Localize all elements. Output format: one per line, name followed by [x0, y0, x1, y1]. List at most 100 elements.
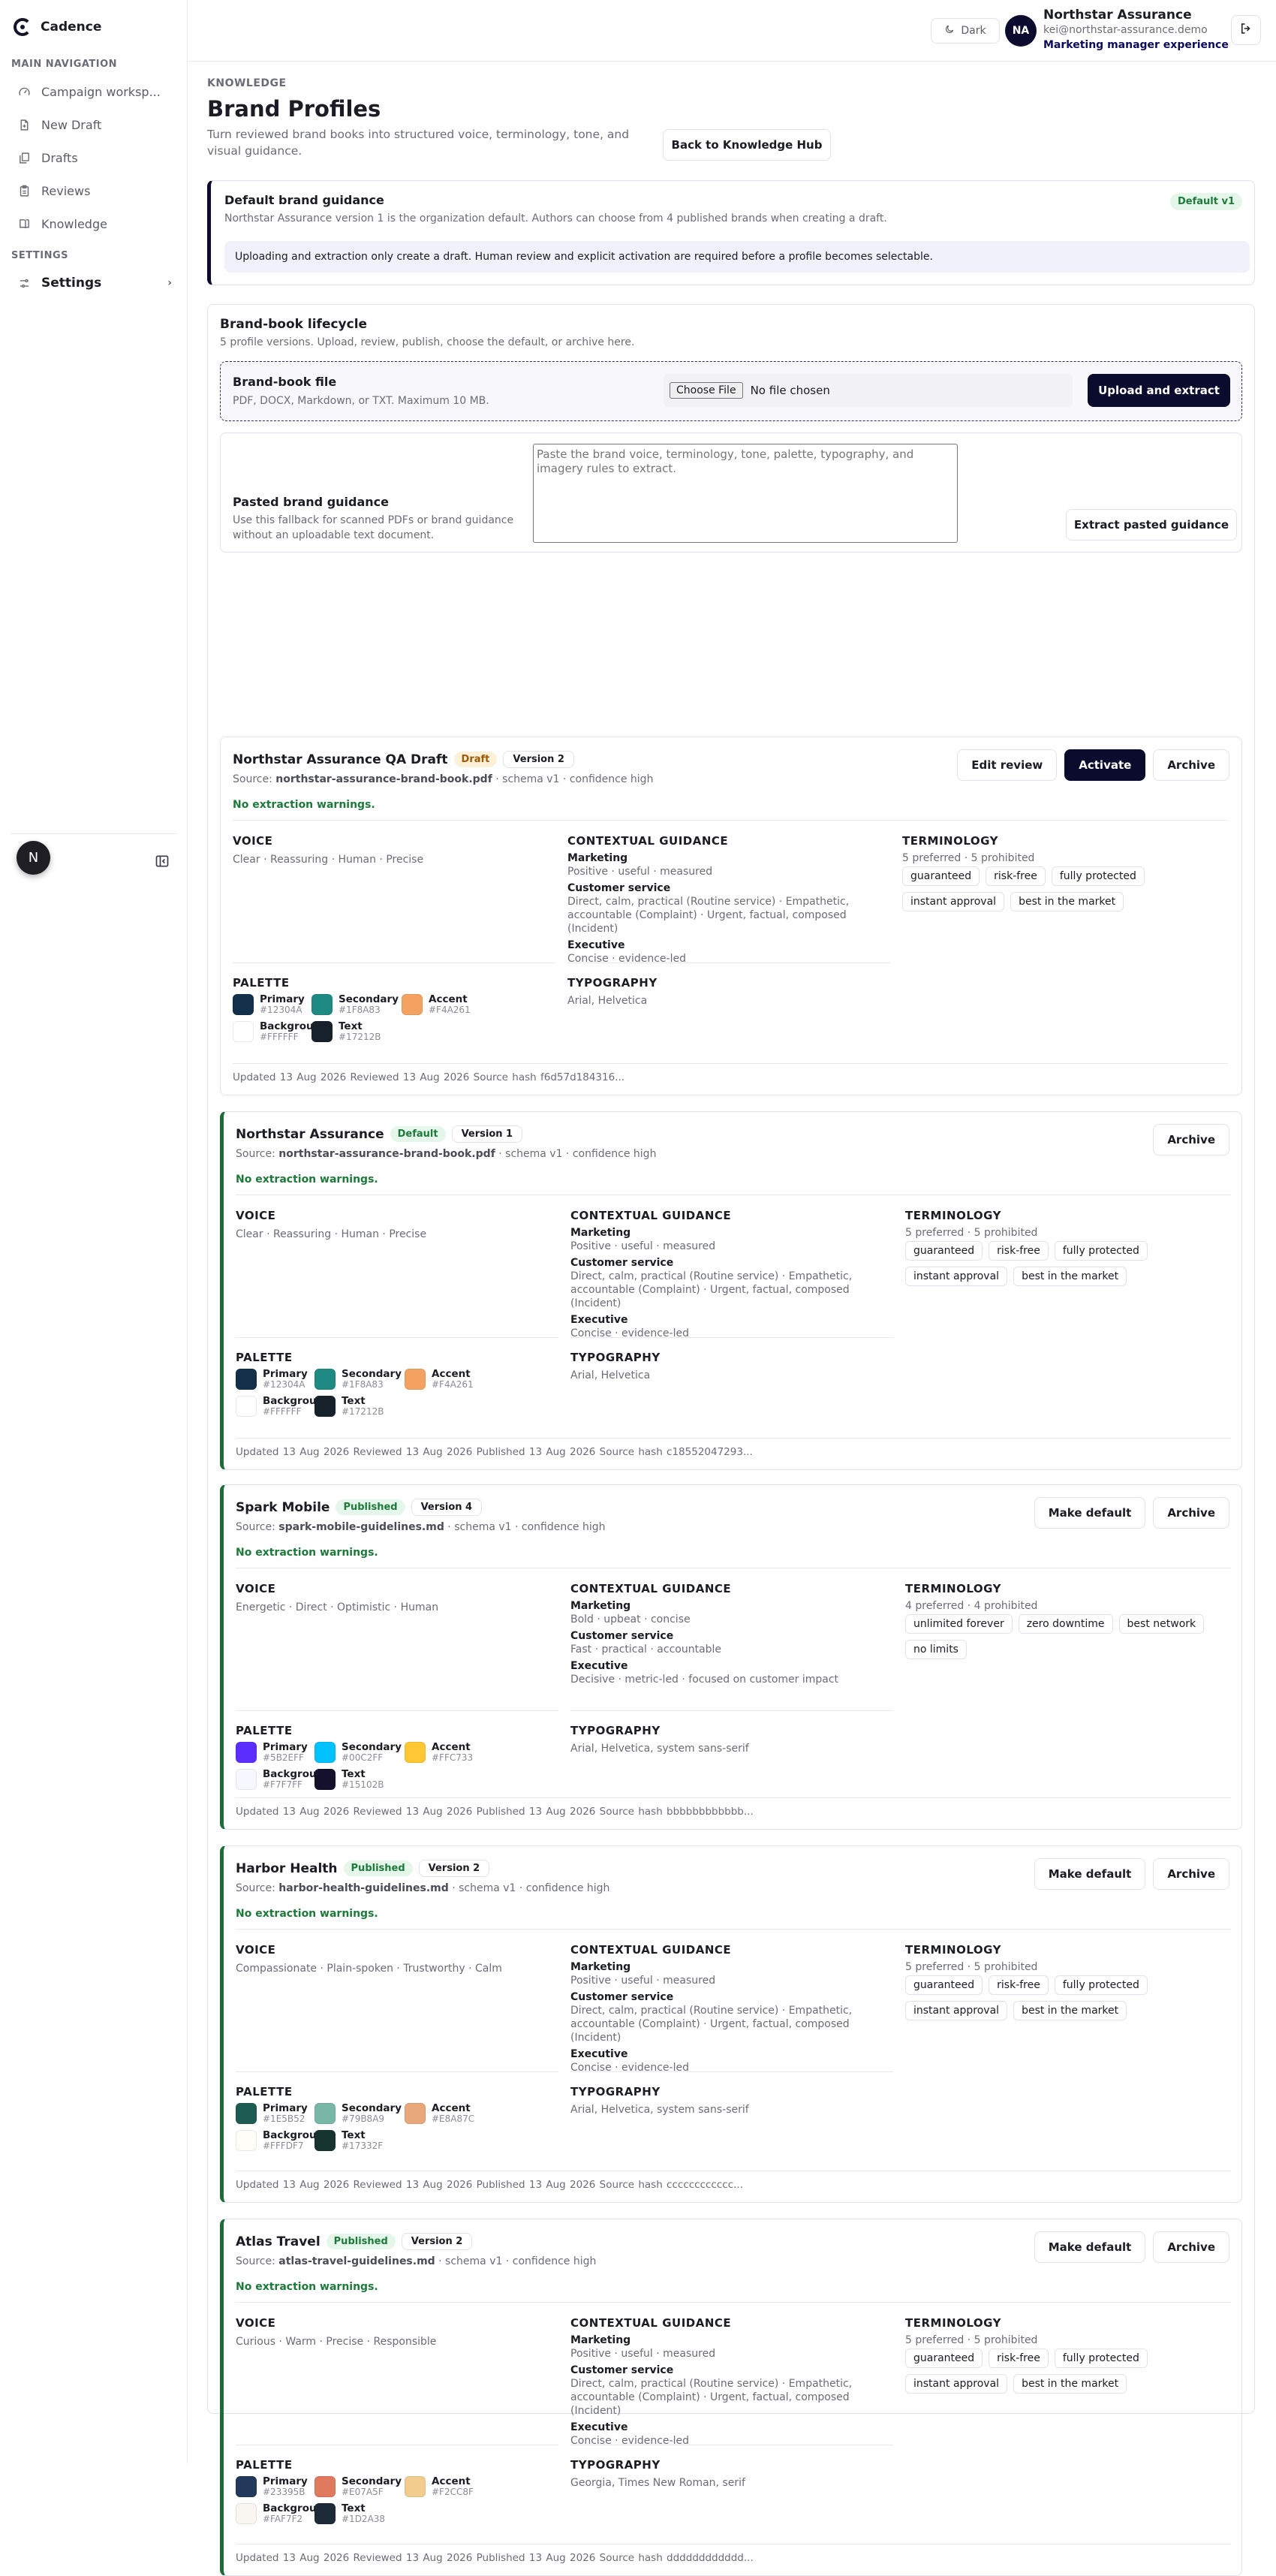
make-default-button[interactable]: Make default: [1034, 1858, 1146, 1890]
swatch-hex: #E07A5F: [342, 2487, 384, 2497]
palette-swatch: Text #15102B: [314, 1769, 405, 1790]
divider: [236, 1337, 558, 1338]
terminology-heading: TERMINOLOGY: [902, 834, 998, 848]
sidebar-item-reviews[interactable]: Reviews: [18, 178, 172, 203]
palette-swatch: Text #17332F: [314, 2130, 405, 2151]
sidebar-item-settings[interactable]: Settings ›: [18, 270, 172, 296]
color-chip: [236, 1396, 257, 1417]
user-avatar[interactable]: NA: [1005, 15, 1037, 47]
swatch-name: Secondary: [342, 1368, 402, 1380]
page-eyebrow: KNOWLEDGE: [207, 77, 287, 89]
swatch-hex: #5B2EFF: [263, 1752, 304, 1763]
terminology-heading: TERMINOLOGY: [905, 2316, 1001, 2330]
sidebar-item-knowledge[interactable]: Knowledge: [18, 211, 172, 237]
version-badge: Version 2: [418, 1860, 490, 1877]
footer-avatar[interactable]: N: [17, 841, 50, 875]
make-default-button[interactable]: Make default: [1034, 2231, 1146, 2263]
app-brand[interactable]: Cadence: [14, 18, 101, 36]
voice-text: Clear · Reassuring · Human · Precise: [233, 854, 424, 866]
logout-button[interactable]: [1231, 15, 1261, 45]
source-prefix: Source:: [233, 773, 272, 785]
swatch-hex: #F4A261: [432, 1379, 474, 1390]
ctx-marketing-label: Marketing: [570, 1227, 631, 1239]
archive-button[interactable]: Archive: [1153, 2231, 1229, 2263]
edit-review-button[interactable]: Edit review: [957, 749, 1058, 781]
schema-info: · schema v1 · confidence high: [492, 773, 654, 785]
color-chip: [314, 1396, 336, 1417]
ctx-marketing-value: Positive · useful · measured: [570, 2348, 716, 2360]
paste-guidance-textarea[interactable]: Paste the brand voice, terminology, tone…: [533, 444, 958, 543]
source-file: atlas-travel-guidelines.md: [278, 2255, 435, 2267]
extract-pasted-guidance-button[interactable]: Extract pasted guidance: [1066, 509, 1237, 541]
default-guidance-note: Uploading and extraction only create a d…: [224, 241, 1250, 273]
sidebar-footer: N: [11, 833, 177, 875]
swatch-name: Text: [342, 2502, 366, 2514]
palette-heading: PALETTE: [233, 976, 290, 990]
ctx-marketing-label: Marketing: [567, 852, 628, 864]
sidebar-item-new-draft[interactable]: New Draft: [18, 112, 172, 137]
swatch-hex: #1E5B52: [263, 2114, 305, 2124]
profile-meta: Updated 13 Aug 2026 Reviewed 13 Aug 2026…: [236, 1446, 753, 1458]
cadence-logo-icon: [14, 18, 32, 36]
back-to-knowledge-hub-button[interactable]: Back to Knowledge Hub: [663, 129, 831, 161]
archive-button[interactable]: Archive: [1153, 1124, 1229, 1155]
moon-icon: [944, 24, 955, 38]
swatch-name: Accent: [432, 2102, 471, 2114]
terminology-chip: guaranteed: [905, 2349, 983, 2368]
swatch-hex: #12304A: [263, 1379, 305, 1390]
contextual-heading: CONTEXTUAL GUIDANCE: [570, 1209, 732, 1222]
collapse-sidebar-icon[interactable]: [155, 854, 170, 869]
sidebar-item-label: Campaign worksp...: [41, 84, 161, 99]
palette-grid: Primary #12304A Secondary #1F8A83 Accent…: [236, 1369, 551, 1417]
palette-swatch: Accent #F4A261: [405, 1369, 487, 1390]
upload-and-extract-button[interactable]: Upload and extract: [1088, 374, 1230, 407]
contextual-guidance: Marketing Positive · useful · measured C…: [567, 851, 894, 970]
typography-heading: TYPOGRAPHY: [570, 2085, 661, 2098]
contextual-guidance: Marketing Positive · useful · measured C…: [570, 1226, 897, 1345]
profile-meta: Updated 13 Aug 2026 Reviewed 13 Aug 2026…: [236, 2179, 743, 2191]
voice-heading: VOICE: [236, 2316, 276, 2330]
archive-button[interactable]: Archive: [1153, 749, 1229, 781]
sidebar-item-drafts[interactable]: Drafts: [18, 145, 172, 170]
profile-actions: Make default Archive: [1034, 2231, 1229, 2263]
divider: [236, 2071, 558, 2072]
swatch-hex: #17212B: [342, 1406, 384, 1417]
swatch-name: Secondary: [342, 2475, 402, 2487]
profile-source: Source: northstar-assurance-brand-book.p…: [236, 1148, 656, 1160]
make-default-button[interactable]: Make default: [1034, 1497, 1146, 1529]
brand-profile-card: Spark Mobile Published Version 4 Source:…: [220, 1484, 1242, 1830]
source-file: harbor-health-guidelines.md: [278, 1882, 449, 1894]
palette-swatch: Accent #F2CC8F: [405, 2476, 487, 2497]
theme-toggle-button[interactable]: Dark: [931, 18, 1000, 44]
profile-name: Atlas Travel: [236, 2234, 321, 2249]
terminology-chip: best in the market: [1013, 1267, 1127, 1286]
color-chip: [311, 994, 333, 1015]
activate-button[interactable]: Activate: [1064, 749, 1146, 781]
ctx-service-value: Direct, calm, practical (Routine service…: [570, 2005, 853, 2044]
typography-text: Arial, Helvetica: [570, 1369, 651, 1381]
archive-button[interactable]: Archive: [1153, 1858, 1229, 1890]
profile-actions: Make default Archive: [1034, 1858, 1229, 1890]
color-chip: [236, 1769, 257, 1790]
terminology-chip: risk-free: [989, 2349, 1049, 2368]
profile-name: Northstar Assurance QA Draft: [233, 752, 448, 767]
brand-book-upload-dropzone[interactable]: Brand-book file PDF, DOCX, Markdown, or …: [220, 361, 1242, 421]
color-chip: [236, 2103, 257, 2124]
choose-file-button[interactable]: Choose File: [670, 382, 743, 399]
source-prefix: Source:: [236, 1148, 275, 1160]
archive-button[interactable]: Archive: [1153, 1497, 1229, 1529]
sidebar-item-campaign-workspace[interactable]: Campaign worksp...: [18, 79, 172, 104]
terminology-counts: 5 preferred · 5 prohibited: [905, 1961, 1038, 1973]
profile-actions: Archive: [1153, 1124, 1229, 1155]
color-chip: [314, 2503, 336, 2524]
file-input[interactable]: Choose File No file chosen: [664, 374, 1073, 407]
voice-text: Compassionate · Plain-spoken · Trustwort…: [236, 1963, 502, 1975]
user-role: Marketing manager experience: [1043, 39, 1229, 51]
ctx-service-label: Customer service: [567, 882, 671, 894]
swatch-hex: #17332F: [342, 2141, 384, 2151]
palette-swatch: Primary #1E5B52: [236, 2103, 314, 2124]
terminology-heading: TERMINOLOGY: [905, 1209, 1001, 1222]
ctx-service-value: Fast · practical · accountable: [570, 1644, 722, 1656]
swatch-name: Accent: [432, 1741, 471, 1753]
ctx-marketing-label: Marketing: [570, 2334, 631, 2346]
